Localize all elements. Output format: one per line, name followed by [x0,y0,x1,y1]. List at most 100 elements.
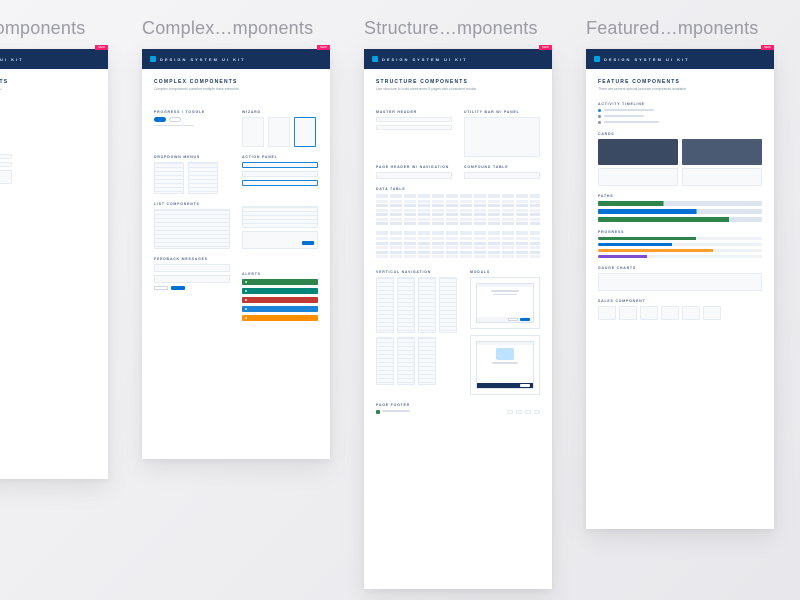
group-label: MASTER HEADER [376,110,452,114]
tile-sample [598,306,616,320]
group-label: PAGE HEADER W/ NAVIGATION [376,165,452,169]
data-table-sample [376,194,540,226]
footer-text [382,410,410,412]
group-label: PAGE FOOTER [376,403,540,407]
card-sample [682,168,762,186]
group-label: MODALS [470,270,540,274]
button-sample [171,286,185,290]
path-sample [598,217,762,222]
footer-icon [376,410,380,414]
data-table-sample [376,231,540,258]
group-label: PROGRESS / TOGGLE [154,110,230,114]
page-header: DESIGN SYSTEM UI KIT [142,49,330,69]
group-label: GAUGE CHARTS [598,266,762,270]
group-label: VERTICAL NAVIGATION [376,270,460,274]
card-cta-sample [302,241,314,245]
toggle-sample [169,117,181,122]
artboard-simple-components[interactable]: Simple Components NEW DESIGN SYSTEM UI K… [0,18,108,479]
page-header: DESIGN SYSTEM UI KIT [0,49,108,69]
footer-chip [525,410,531,414]
group-label: DATA TABLE [376,187,540,191]
progress-sample [598,249,762,252]
footer-chip [516,410,522,414]
artboard-title: Structure…mponents [364,18,552,39]
section-heading: STRUCTURE COMPONENTS [376,79,540,85]
timeline-item [604,115,644,117]
alert-warning-sample [242,315,318,321]
group-label: SALES COMPONENT [598,299,762,303]
list-sample [154,209,230,249]
vnav-sample [418,277,436,333]
vnav-sample [397,337,415,385]
group-label: BUTTONS [0,127,96,131]
group-label: FEEDBACK MESSAGES [154,257,318,261]
footer-chip [507,410,513,414]
action-panel-sample [242,162,318,168]
progress-sample [598,255,762,258]
section-heading: COMPLEX COMPONENTS [154,79,318,85]
input-sample [0,162,12,167]
kit-title: DESIGN SYSTEM UI KIT [0,57,24,62]
toast-sample [154,264,230,272]
artboard-structure-components[interactable]: Structure…mponents NEW DESIGN SYSTEM UI … [364,18,552,589]
tile-sample [661,306,679,320]
path-sample [598,201,762,206]
utility-panel-sample [464,117,540,157]
tile-sample [703,306,721,320]
kit-title: DESIGN SYSTEM UI KIT [604,57,690,62]
new-badge: NEW [539,45,552,50]
illustration-icon [496,348,514,360]
timeline-dot-icon [598,115,601,118]
caption [154,125,194,127]
section-subtitle: Complex components combine multiple base… [154,87,318,92]
group-label: FORM ELEMENTS [0,147,96,151]
vnav-sample [376,337,394,385]
group-label: ICONS [0,102,96,106]
artboard-title: Simple Components [0,18,108,39]
group-label: DROPDOWN MENUS [154,155,230,159]
alert-primary-sample [242,306,318,312]
header-sample [376,125,452,130]
modal-sample [476,283,534,323]
modal-preview-frame [470,277,540,329]
button-sample [154,286,168,290]
artboard-canvas[interactable]: Simple Components NEW DESIGN SYSTEM UI K… [0,0,800,589]
artboard-title: Featured…mponents [586,18,774,39]
timeline-item [604,121,659,123]
alert-info-sample [242,288,318,294]
section-subtitle: There are several special-purpose compon… [598,87,762,92]
artboard-title: Complex…mponents [142,18,330,39]
timeline-dot-icon [598,109,601,112]
modal-sample [476,341,534,389]
toggle-sample [154,117,166,122]
logo-icon [594,56,600,62]
artboard-page[interactable]: NEW DESIGN SYSTEM UI KIT SIMPLE COMPONEN… [0,49,108,479]
progress-sample [598,237,762,240]
page-header: DESIGN SYSTEM UI KIT [586,49,774,69]
artboard-complex-components[interactable]: Complex…mponents NEW DESIGN SYSTEM UI KI… [142,18,330,459]
page-header: DESIGN SYSTEM UI KIT [364,49,552,69]
wizard-step-sample [242,117,264,147]
gauge-sample [598,273,762,291]
group-label: WIZARD [242,110,318,114]
wizard-step-sample [294,117,316,147]
group-label: PROGRESS [598,230,762,234]
header-sample [376,117,452,122]
path-sample [598,209,762,214]
section-subtitle: Use structure to build wireframes & page… [376,87,540,92]
group-label: PATHS [598,194,762,198]
compound-table-sample [464,172,540,179]
artboard-page[interactable]: NEW DESIGN SYSTEM UI KIT FEATURE COMPONE… [586,49,774,529]
artboard-page[interactable]: NEW DESIGN SYSTEM UI KIT STRUCTURE COMPO… [364,49,552,589]
group-label: LIST COMPONENTS [154,202,230,206]
vnav-sample [376,277,394,333]
new-badge: NEW [317,45,330,50]
artboard-featured-components[interactable]: Featured…mponents NEW DESIGN SYSTEM UI K… [586,18,774,529]
alert-error-sample [242,297,318,303]
kit-title: DESIGN SYSTEM UI KIT [382,57,468,62]
dropdown-sample [154,162,184,194]
artboard-page[interactable]: NEW DESIGN SYSTEM UI KIT COMPLEX COMPONE… [142,49,330,459]
card-sample [242,231,318,249]
vnav-sample [397,277,415,333]
action-panel-sample [242,180,318,186]
